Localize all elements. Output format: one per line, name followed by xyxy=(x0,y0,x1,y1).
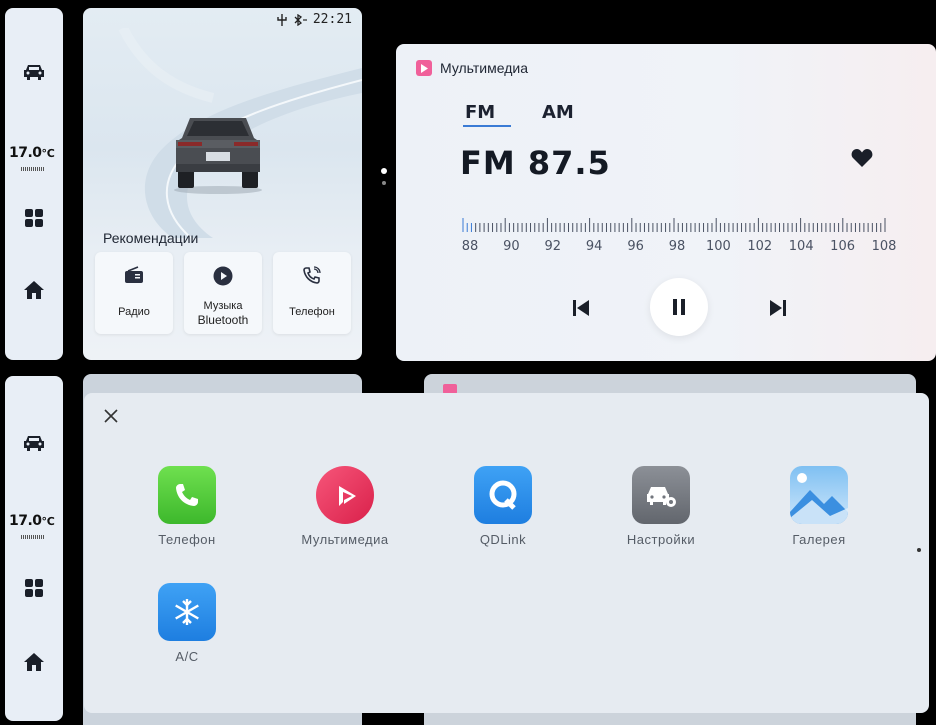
clock: 22:21 xyxy=(312,12,352,27)
bluetooth-icon xyxy=(294,13,307,26)
side-rail: 17.0℃ xyxy=(5,8,63,360)
tab-am[interactable]: AM xyxy=(542,102,574,123)
scale-label: 102 xyxy=(747,239,773,254)
fan-level-icon xyxy=(21,533,49,539)
scale-label: 92 xyxy=(544,239,562,254)
tuner-scale-labels: 88 90 92 94 96 98 100 102 104 106 108 xyxy=(460,239,900,255)
scale-label: 100 xyxy=(705,239,731,254)
scale-label: 94 xyxy=(585,239,603,254)
app-multimedia-label: Мультимедиа xyxy=(301,532,389,547)
bluetooth-music-label-2: Bluetooth xyxy=(197,313,249,327)
phone-tile-label: Телефон xyxy=(289,306,335,318)
app-ac-label: A/C xyxy=(175,649,199,664)
app-multimedia[interactable]: Мультимедиа xyxy=(275,466,415,547)
active-tab-indicator xyxy=(463,125,511,127)
app-drawer-screen: 17.0℃ Телефон Мультимедиа QDLink Настрой… xyxy=(0,366,936,725)
usb-icon xyxy=(277,13,287,26)
home-icon[interactable] xyxy=(5,280,63,300)
app-gallery-label: Галерея xyxy=(792,532,846,547)
pause-button[interactable] xyxy=(650,278,708,336)
scale-label: 106 xyxy=(830,239,856,254)
temperature-readout[interactable]: 17.0℃ xyxy=(9,145,55,161)
temperature-unit: ℃ xyxy=(41,515,55,528)
temperature-readout[interactable]: 17.0℃ xyxy=(9,513,55,529)
phone-call-icon xyxy=(303,266,321,284)
phone-app-icon xyxy=(158,466,216,524)
favorite-heart-icon[interactable] xyxy=(851,148,873,168)
car-icon[interactable] xyxy=(5,63,63,81)
previous-button[interactable] xyxy=(569,297,593,319)
app-settings[interactable]: Настройки xyxy=(591,466,731,547)
ac-app-icon xyxy=(158,583,216,641)
multimedia-logo-icon xyxy=(416,60,432,76)
temperature-value: 17.0 xyxy=(9,513,42,529)
recommendations-title: Рекомендации xyxy=(103,230,199,246)
home-screen: 17.0℃ 22:21 Рекомендации Радио Музыка Bl… xyxy=(0,0,936,363)
settings-app-icon xyxy=(632,466,690,524)
bluetooth-music-label-1: Музыка xyxy=(203,300,243,312)
multimedia-card: Мультимедиа FM AM FM 87.5 88 90 92 94 96 98 10… xyxy=(396,44,936,361)
app-gallery[interactable]: Галерея xyxy=(749,466,889,547)
page-indicator-dot xyxy=(917,548,921,552)
pause-icon xyxy=(673,299,685,315)
gallery-app-icon xyxy=(790,466,848,524)
vehicle-card: 22:21 Рекомендации Радио Музыка Bluetoot… xyxy=(83,8,362,360)
fan-level-icon xyxy=(21,165,49,171)
app-ac[interactable]: A/C xyxy=(117,583,257,664)
frequency-display: FM 87.5 xyxy=(460,144,611,182)
radio-tile-label: Радио xyxy=(118,306,150,318)
previous-icon xyxy=(573,300,589,316)
app-drawer: Телефон Мультимедиа QDLink Настройки Гал xyxy=(84,393,929,713)
scale-label: 90 xyxy=(503,239,520,254)
app-phone-label: Телефон xyxy=(158,532,216,547)
page-indicator xyxy=(381,168,387,192)
apps-grid-icon[interactable] xyxy=(5,578,63,598)
play-circle-icon xyxy=(213,266,233,286)
tuner-scale[interactable] xyxy=(462,216,886,232)
scale-label: 104 xyxy=(788,239,814,254)
temperature-value: 17.0 xyxy=(9,145,42,161)
tab-fm[interactable]: FM xyxy=(465,102,495,123)
scale-label: 88 xyxy=(461,239,479,254)
app-qdlink-label: QDLink xyxy=(479,532,527,547)
scale-label: 98 xyxy=(668,239,686,254)
multimedia-app-icon xyxy=(316,466,374,524)
qdlink-app-icon xyxy=(474,466,532,524)
side-rail-2: 17.0℃ xyxy=(5,376,63,721)
car-illustration xyxy=(174,118,262,194)
scale-label: 108 xyxy=(871,239,897,254)
close-icon[interactable] xyxy=(102,407,120,425)
radio-icon xyxy=(125,266,143,283)
radio-tile[interactable]: Радио xyxy=(95,252,173,334)
multimedia-title: Мультимедиа xyxy=(440,60,528,76)
status-bar: 22:21 xyxy=(277,12,352,27)
app-qdlink[interactable]: QDLink xyxy=(433,466,573,547)
app-phone[interactable]: Телефон xyxy=(117,466,257,547)
car-icon[interactable] xyxy=(5,434,63,452)
bluetooth-music-tile[interactable]: Музыка Bluetooth xyxy=(184,252,262,334)
home-icon[interactable] xyxy=(5,652,63,672)
next-icon xyxy=(770,300,786,316)
scale-label: 96 xyxy=(627,239,644,254)
phone-tile[interactable]: Телефон xyxy=(273,252,351,334)
app-settings-label: Настройки xyxy=(626,532,696,547)
temperature-unit: ℃ xyxy=(41,147,55,160)
next-button[interactable] xyxy=(766,297,790,319)
apps-grid-icon[interactable] xyxy=(5,208,63,228)
